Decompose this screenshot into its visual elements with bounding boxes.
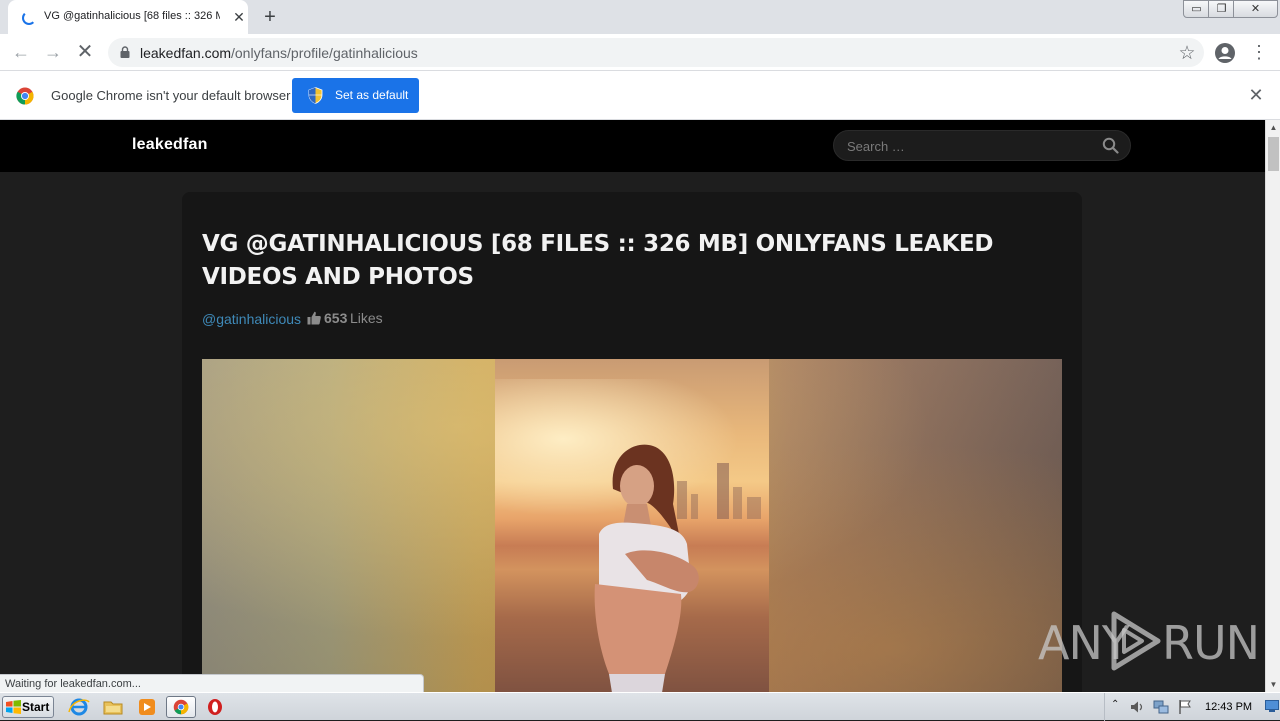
site-logo[interactable]: leakedfan <box>132 136 208 154</box>
window-maximize-button[interactable]: ❐ <box>1208 0 1235 18</box>
scroll-up-arrow-icon[interactable]: ▲ <box>1266 120 1280 135</box>
page-viewport: leakedfan VG @GATINHALICIOUS [68 FILES :… <box>0 120 1265 692</box>
scroll-down-arrow-icon[interactable]: ▼ <box>1266 677 1280 692</box>
site-header: leakedfan <box>0 120 1265 172</box>
media-player-icon[interactable] <box>134 696 160 718</box>
profile-link[interactable]: @gatinhalicious <box>202 311 301 327</box>
tray-expand-icon[interactable]: ⌃ <box>1111 699 1119 710</box>
back-button[interactable]: ← <box>8 39 34 65</box>
chrome-logo-icon <box>16 87 34 105</box>
watermark-text-run: RUN <box>1162 616 1260 670</box>
stop-loading-button[interactable]: ✕ <box>72 39 98 65</box>
lock-icon <box>120 46 130 58</box>
address-bar[interactable]: leakedfan.com /onlyfans/profile/gatinhal… <box>108 38 1204 67</box>
watermark-play-icon <box>1111 611 1161 671</box>
search-icon[interactable] <box>1102 137 1119 154</box>
set-as-default-label: Set as default <box>335 88 409 102</box>
likes-label: Likes <box>350 310 383 326</box>
windows-logo-icon <box>6 700 21 714</box>
site-search <box>833 130 1131 161</box>
default-browser-infobar: Google Chrome isn't your default browser… <box>0 71 1280 120</box>
media-photo[interactable] <box>495 359 769 692</box>
file-explorer-icon[interactable] <box>100 696 126 718</box>
uac-shield-icon <box>308 87 323 104</box>
likes-count: 653 <box>324 310 348 326</box>
post-title: VG @GATINHALICIOUS [68 FILES :: 326 MB] … <box>202 231 994 290</box>
photo-person-figure <box>594 444 699 692</box>
post-media[interactable] <box>202 359 1062 692</box>
url-path: /onlyfans/profile/gatinhalicious <box>231 45 418 61</box>
profile-avatar-icon[interactable] <box>1214 42 1236 64</box>
post-card: VG @GATINHALICIOUS [68 FILES :: 326 MB] … <box>182 192 1082 692</box>
page-scrollbar[interactable]: ▲ ▼ <box>1265 120 1280 692</box>
start-label: Start <box>22 700 50 714</box>
action-center-flag-icon[interactable] <box>1177 699 1193 715</box>
start-button[interactable]: Start <box>2 696 54 718</box>
browser-toolbar: ← → ✕ leakedfan.com /onlyfans/profile/ga… <box>0 34 1280 71</box>
internet-explorer-icon[interactable] <box>66 696 92 718</box>
chrome-taskbar-icon[interactable] <box>166 696 196 718</box>
infobar-close-button[interactable]: ✕ <box>1247 85 1265 106</box>
status-bubble: Waiting for leakedfan.com... <box>0 674 424 693</box>
url-host: leakedfan.com <box>140 45 232 61</box>
search-input[interactable] <box>847 137 1087 155</box>
loading-spinner-icon <box>22 11 36 25</box>
taskbar-clock[interactable]: 12:43 PM <box>1205 701 1252 713</box>
bookmark-star-icon[interactable]: ☆ <box>1176 42 1198 65</box>
window-minimize-button[interactable]: ▭ <box>1183 0 1210 18</box>
tab-close-button[interactable]: ✕ <box>230 8 248 26</box>
anyrun-watermark: ANY RUN <box>1038 610 1260 674</box>
system-tray: ⌃ 12:43 PM <box>1104 693 1280 721</box>
set-as-default-button[interactable]: Set as default <box>292 78 419 113</box>
speaker-icon[interactable] <box>1129 699 1145 715</box>
network-icon[interactable] <box>1153 699 1169 715</box>
opera-icon[interactable] <box>202 696 228 718</box>
forward-button[interactable]: → <box>40 39 66 65</box>
infobar-message: Google Chrome isn't your default browser <box>51 88 291 103</box>
window-close-button[interactable]: ✕ <box>1233 0 1278 18</box>
tab-title: VG @gatinhalicious [68 files :: 326 MB] … <box>44 10 220 22</box>
browser-tab[interactable]: VG @gatinhalicious [68 files :: 326 MB] … <box>8 0 248 34</box>
tab-strip: VG @gatinhalicious [68 files :: 326 MB] … <box>0 0 1280 34</box>
windows-taskbar: Start ⌃ 12:43 PM <box>0 692 1280 721</box>
show-desktop-icon[interactable] <box>1265 699 1279 713</box>
new-tab-button[interactable]: + <box>258 5 282 29</box>
chrome-menu-icon[interactable]: ⋮ <box>1250 41 1268 63</box>
scroll-thumb[interactable] <box>1268 137 1279 171</box>
thumbs-up-icon[interactable] <box>307 311 321 325</box>
